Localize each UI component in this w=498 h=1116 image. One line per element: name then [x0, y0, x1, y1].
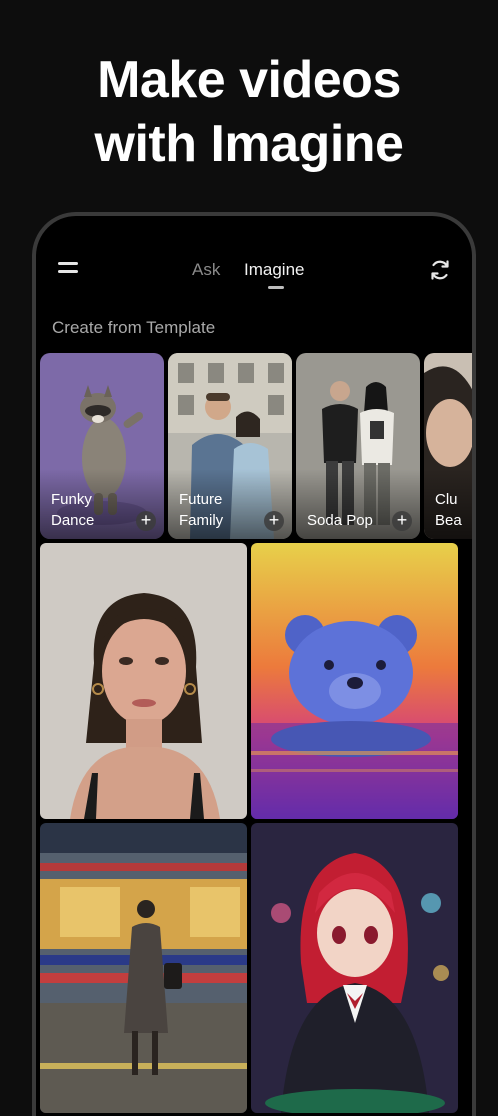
template-label: Funky Dance	[51, 491, 95, 529]
gallery-item-anime[interactable]	[251, 823, 458, 1113]
section-title: Create from Template	[52, 318, 216, 337]
anime-image	[251, 823, 458, 1113]
headline-line-2: with Imagine	[94, 115, 404, 173]
add-template-icon[interactable]: +	[136, 511, 156, 531]
add-template-icon[interactable]: +	[264, 511, 284, 531]
template-card-club-beat[interactable]: Clu Bea	[424, 353, 472, 539]
phone-frame: Ask Imagine Create from Template Funky D…	[32, 212, 476, 1116]
headline-line-1: Make videos	[97, 51, 401, 109]
train-image	[40, 823, 247, 1113]
app-bar: Ask Imagine	[36, 216, 472, 296]
headline: Make videos with Imagine	[0, 48, 498, 176]
add-template-icon[interactable]: +	[392, 511, 412, 531]
active-tab-indicator	[268, 286, 284, 289]
gallery-item-blue-bear[interactable]	[251, 543, 458, 819]
hamburger-menu-icon[interactable]	[58, 260, 80, 276]
refresh-icon[interactable]	[428, 258, 452, 282]
template-label: Future Family	[179, 491, 224, 529]
template-card-soda-pop[interactable]: Soda Pop +	[296, 353, 420, 539]
bear-image	[251, 543, 458, 819]
template-card-funky-dance[interactable]: Funky Dance +	[40, 353, 164, 539]
tab-ask[interactable]: Ask	[192, 260, 220, 280]
template-label: Soda Pop	[307, 512, 373, 529]
template-card-future-family[interactable]: Future Family +	[168, 353, 292, 539]
tab-imagine[interactable]: Imagine	[244, 260, 304, 280]
gallery-item-train[interactable]	[40, 823, 247, 1113]
portrait-image	[40, 543, 247, 819]
gallery-item-portrait[interactable]	[40, 543, 247, 819]
template-label: Clu Bea	[435, 491, 462, 529]
template-carousel[interactable]: Funky Dance + Future Family + Soda Pop +…	[40, 353, 472, 539]
